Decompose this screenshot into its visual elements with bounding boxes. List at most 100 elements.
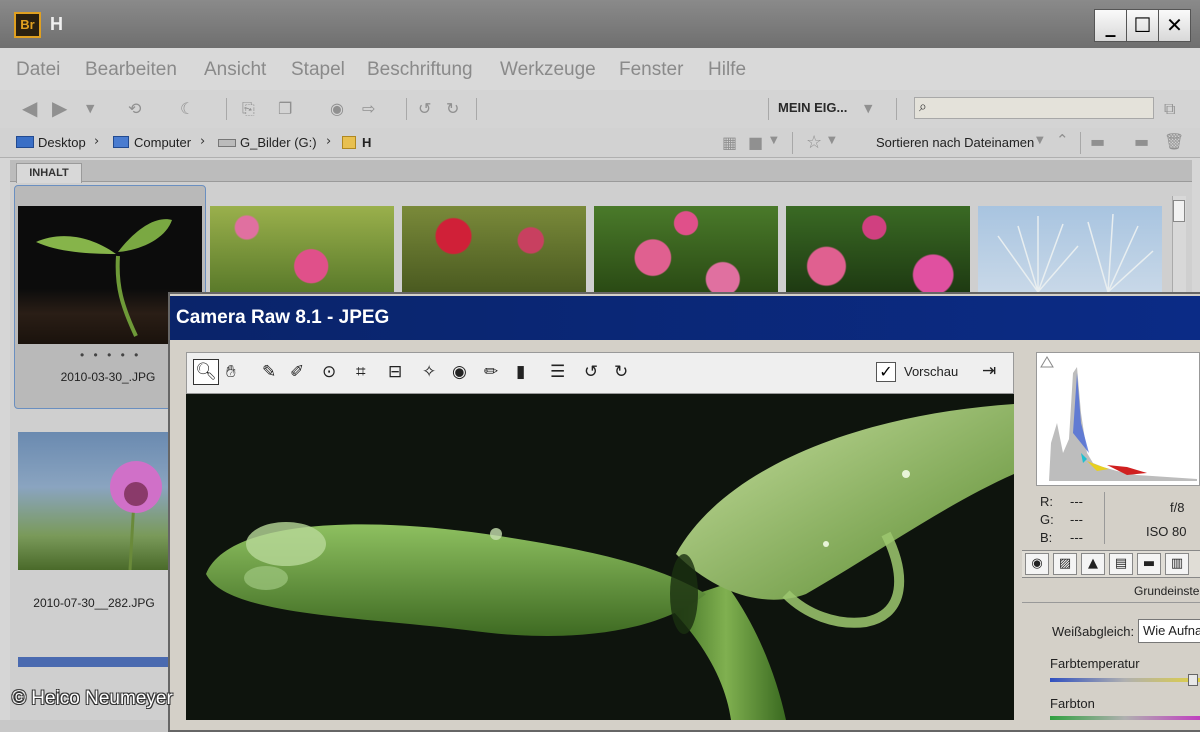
title-bar [0, 0, 1200, 48]
delete-icon[interactable]: 🗑 [1164, 132, 1184, 151]
menu-fenster[interactable]: Fenster [619, 59, 683, 81]
thumbnail-partial[interactable] [18, 657, 168, 667]
sort-ascending-icon[interactable]: ⌃ [1056, 131, 1069, 149]
menu-werkzeuge[interactable]: Werkzeuge [500, 59, 596, 81]
window-title: H [50, 14, 63, 34]
aperture-value: f/8 [1170, 500, 1185, 515]
thistle-thumbnail[interactable] [18, 432, 168, 570]
photo-credit: © Heico Neumeyer [12, 688, 173, 709]
image-preview[interactable] [186, 394, 1014, 720]
workspace-dropdown-icon[interactable]: ▼ [864, 102, 872, 115]
white-umbel-thumbnail[interactable] [978, 206, 1162, 292]
rotate-cw-icon[interactable]: ↻ [614, 362, 628, 382]
preferences-icon[interactable]: ☰ [550, 362, 565, 382]
menu-beschriftung[interactable]: Beschriftung [367, 59, 473, 81]
crop-tool-icon[interactable]: ⌗ [356, 362, 366, 382]
breadcrumb-folder-h[interactable]: H [362, 135, 371, 150]
breadcrumb-computer[interactable]: Computer [134, 135, 191, 150]
red-eye-icon[interactable]: ◉ [452, 362, 467, 382]
sort-by-filename[interactable]: Sortieren nach Dateinamen [876, 135, 1034, 150]
thumbnail-filename: 2010-07-30__282.JPG [33, 596, 155, 610]
graduated-filter-icon[interactable]: ▮ [516, 362, 525, 382]
scrollbar-thumb[interactable] [1173, 200, 1185, 222]
menu-hilfe[interactable]: Hilfe [708, 59, 746, 81]
menu-stapel[interactable]: Stapel [291, 59, 345, 81]
new-folder-icon[interactable]: ▬ [1134, 132, 1149, 151]
b-label: B: [1040, 530, 1053, 545]
menu-bearbeiten[interactable]: Bearbeiten [85, 59, 177, 81]
tint-slider[interactable] [1050, 716, 1200, 720]
bridge-logo: Br [14, 12, 41, 38]
targeted-adjustment-icon[interactable]: ⊙ [322, 362, 336, 382]
quality-dropdown-icon[interactable]: ▼ [770, 135, 778, 146]
g-value: --- [1070, 512, 1083, 527]
white-balance-tool-icon[interactable]: ✎ [262, 362, 276, 382]
rotate-ccw-icon[interactable]: ↺ [584, 362, 598, 382]
temperature-slider-handle[interactable] [1188, 674, 1198, 686]
bridge-window: Br H _ ☐ ✕ Datei Bearbeiten Ansicht Stap… [0, 0, 1200, 732]
output-icon[interactable]: ⇨ [362, 99, 375, 118]
close-button[interactable]: ✕ [1158, 9, 1191, 42]
back-arrow-icon[interactable]: ◀ [22, 96, 37, 120]
search-icon: ⌕ [919, 99, 927, 115]
iso-value: ISO 80 [1146, 524, 1187, 539]
maximize-button[interactable]: ☐ [1126, 9, 1159, 42]
tab-inhalt[interactable]: INHALT [16, 163, 82, 183]
r-value: --- [1070, 494, 1083, 509]
compact-mode-icon[interactable]: ⧉ [1164, 99, 1175, 119]
rotate-left-icon[interactable]: ↺ [418, 99, 431, 118]
r-label: R: [1040, 494, 1053, 509]
rotate-right-icon[interactable]: ↻ [446, 99, 459, 118]
search-input[interactable]: ⌕ [914, 97, 1154, 119]
quality-icon[interactable]: ■ [748, 133, 763, 152]
tab-lens-corrections-icon[interactable]: ▥ [1165, 553, 1189, 575]
rating-dots: • • • • • [80, 348, 142, 362]
filter-items-icon[interactable]: ▦ [722, 133, 737, 152]
preview-label: Vorschau [904, 364, 959, 379]
straighten-tool-icon[interactable]: ⊟ [388, 362, 402, 382]
fullscreen-toggle-icon[interactable]: ⇥ [982, 361, 996, 381]
drive-icon [218, 139, 236, 147]
histogram [1036, 352, 1200, 486]
camera-import-icon[interactable]: ⎘ [242, 99, 255, 119]
menu-ansicht[interactable]: Ansicht [204, 59, 266, 81]
temperature-slider[interactable] [1050, 678, 1200, 682]
zoom-tool-icon[interactable]: 🔍︎ [193, 359, 219, 385]
red-flower-thumbnail[interactable] [402, 206, 586, 292]
refine-icon[interactable]: ❐ [278, 99, 292, 118]
tab-split-toning-icon[interactable]: ▬ [1137, 553, 1161, 575]
breadcrumb-desktop[interactable]: Desktop [38, 135, 86, 150]
rating-dropdown-icon[interactable]: ▼ [828, 135, 836, 146]
pink-flower-thumbnail[interactable] [786, 206, 970, 292]
boomerang-icon[interactable]: ☾ [180, 99, 194, 118]
history-dropdown-icon[interactable]: ▼ [86, 102, 94, 115]
workspace-switcher[interactable]: MEIN EIG... [778, 100, 847, 115]
tab-hsl-icon[interactable]: ▤ [1109, 553, 1133, 575]
hand-tool-icon[interactable]: ✋︎ [226, 362, 236, 382]
recent-files-icon[interactable]: ⟲ [128, 99, 141, 118]
sort-dropdown-icon[interactable]: ▼ [1036, 135, 1044, 146]
breadcrumb-drive[interactable]: G_Bilder (G:) [240, 135, 317, 150]
forward-arrow-icon[interactable]: ▶ [52, 96, 67, 120]
g-label: G: [1040, 512, 1054, 527]
pink-flower-thumbnail[interactable] [210, 206, 394, 292]
rating-star-icon[interactable]: ☆ [806, 132, 822, 153]
spot-removal-icon[interactable]: ✧ [422, 362, 436, 382]
tab-detail-icon[interactable]: ▲ [1081, 553, 1105, 575]
minimize-button[interactable]: _ [1094, 9, 1127, 42]
recent-folder-icon[interactable]: ▬ [1090, 132, 1105, 151]
adjustment-brush-icon[interactable]: ✏ [484, 362, 498, 382]
pink-flower-thumbnail[interactable] [594, 206, 778, 292]
color-sampler-icon[interactable]: ✐ [290, 362, 304, 382]
white-balance-select[interactable]: Wie Aufnahme [1138, 619, 1200, 643]
tab-tone-curve-icon[interactable]: ▨ [1053, 553, 1077, 575]
open-camera-raw-icon[interactable]: ◉ [330, 99, 344, 118]
temperature-label: Farbtemperatur [1050, 656, 1140, 671]
preview-checkbox[interactable]: ✓ [876, 362, 896, 382]
tab-basic-icon[interactable]: ◉ [1025, 553, 1049, 575]
menu-datei[interactable]: Datei [16, 59, 60, 81]
menu-bar: Datei Bearbeiten Ansicht Stapel Beschrif… [0, 48, 1200, 90]
computer-icon [113, 136, 129, 148]
folder-icon [342, 136, 356, 149]
panel-title: Grundeinste [1134, 584, 1200, 598]
